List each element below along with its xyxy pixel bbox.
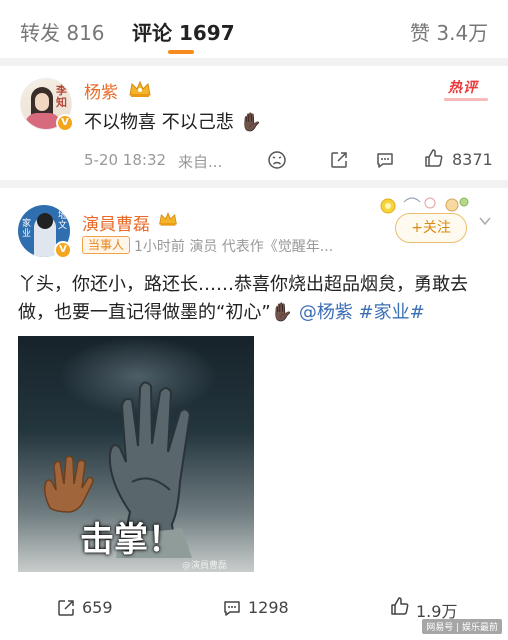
hot-comment-label: 热评 bbox=[448, 80, 478, 96]
comment-like-count: 8371 bbox=[452, 150, 493, 169]
follow-button[interactable]: +关注 bbox=[395, 213, 467, 243]
post-text-line-1: 丫头，你还小，路还长……恭喜你烧出超品烟炱，勇敢去 bbox=[18, 274, 468, 295]
hashtag-link[interactable]: #家业# bbox=[359, 302, 425, 323]
share-icon[interactable] bbox=[329, 150, 349, 170]
chevron-down-icon[interactable] bbox=[478, 214, 492, 228]
tab-bar: 转发 816 评论 1697 赞 3.4万 bbox=[0, 0, 508, 58]
verified-badge-icon: V bbox=[56, 114, 74, 132]
avatar-seal: 李知 bbox=[56, 84, 67, 109]
post-text-body: 做，也要一直记得做墨的“初心” bbox=[18, 302, 271, 323]
comment-time: 5-20 18:32 bbox=[84, 151, 167, 169]
comment-body: 不以物喜 不以己悲 bbox=[84, 112, 234, 133]
party-badge: 当事人 bbox=[82, 236, 131, 254]
crown-icon bbox=[159, 212, 177, 226]
post-meta: 1小时前 演员 代表作《觉醒年... bbox=[134, 239, 334, 255]
post-username[interactable]: 演員曹磊 bbox=[82, 210, 150, 235]
raised-hand-emoji: ✋🏿 bbox=[270, 302, 294, 323]
comment-icon[interactable] bbox=[222, 598, 242, 618]
crown-icon bbox=[129, 80, 151, 97]
raised-hand-emoji: ✋🏿 bbox=[239, 112, 262, 133]
raised-hand-emoji-large bbox=[36, 450, 100, 514]
mention-link[interactable]: @杨紫 bbox=[299, 302, 353, 323]
like-icon[interactable] bbox=[424, 148, 444, 168]
active-tab-indicator bbox=[168, 50, 194, 54]
section-divider bbox=[0, 58, 508, 66]
site-watermark: 网易号 | 娱乐最前 bbox=[422, 619, 502, 634]
tab-comments[interactable]: 评论 1697 bbox=[132, 17, 235, 46]
hot-comment-underline bbox=[444, 98, 488, 101]
reply-icon[interactable] bbox=[375, 150, 395, 170]
comment-username[interactable]: 杨紫 bbox=[84, 78, 118, 103]
avatar-caption-right: 墙文 bbox=[57, 211, 67, 231]
repost-count: 659 bbox=[82, 598, 113, 617]
avatar-face bbox=[35, 93, 49, 111]
comment-count: 1298 bbox=[248, 598, 289, 617]
avatar-caption-left: 家业 bbox=[22, 219, 32, 239]
repost-icon[interactable] bbox=[56, 598, 76, 618]
comment-source: 来自... bbox=[178, 153, 223, 171]
image-caption: 击掌！ bbox=[80, 520, 182, 560]
tab-likes[interactable]: 赞 3.4万 bbox=[410, 17, 488, 46]
section-divider bbox=[0, 180, 508, 188]
avatar-head bbox=[37, 213, 53, 229]
dislike-face-icon[interactable] bbox=[267, 150, 287, 170]
post-text-line-2: 做，也要一直记得做墨的“初心”✋🏿 @杨紫 #家业# bbox=[18, 298, 425, 324]
verified-badge-icon: V bbox=[54, 241, 72, 259]
image-watermark: @演員曹磊 bbox=[182, 561, 228, 571]
post-image[interactable]: 击掌！ @演員曹磊 bbox=[18, 336, 254, 572]
tab-repost[interactable]: 转发 816 bbox=[20, 17, 105, 46]
like-icon[interactable] bbox=[390, 596, 410, 616]
comment-text: 不以物喜 不以己悲 ✋🏿 bbox=[84, 108, 262, 134]
